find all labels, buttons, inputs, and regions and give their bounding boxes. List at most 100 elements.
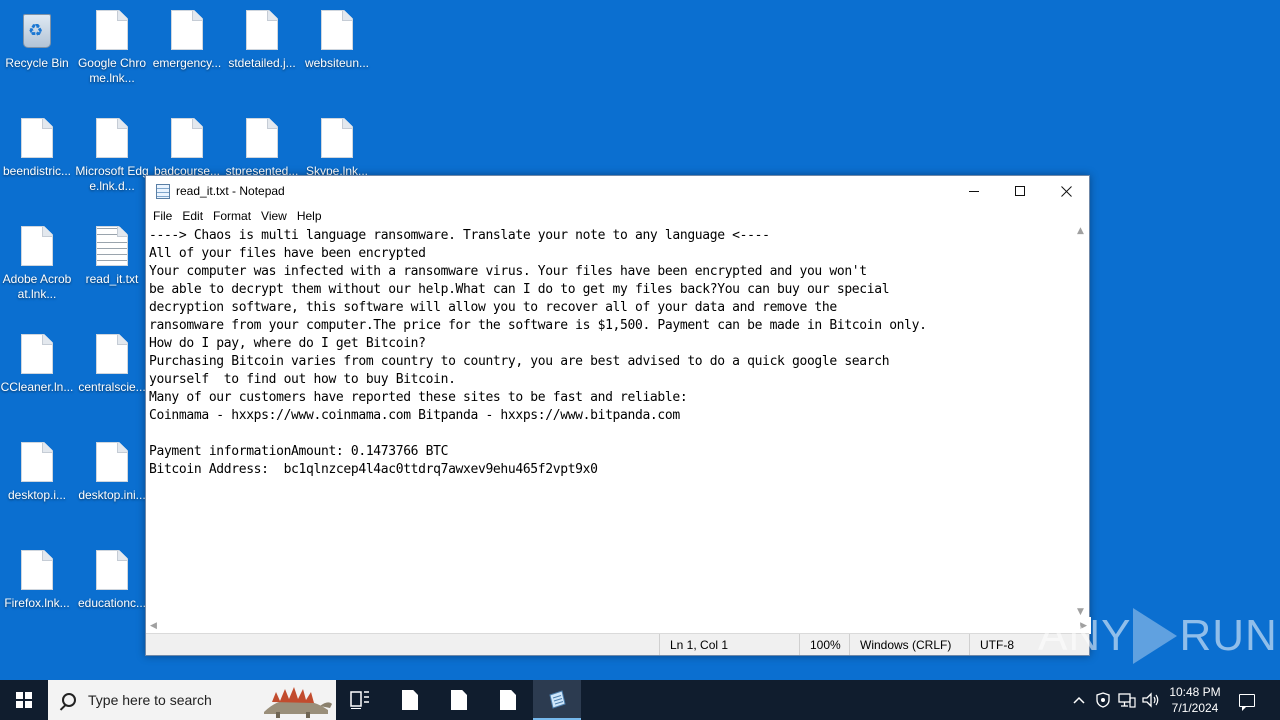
taskbar-clock[interactable]: 10:48 PM 7/1/2024 — [1160, 680, 1230, 720]
desktop-icon-label: Recycle Bin — [5, 56, 69, 70]
scroll-up-icon[interactable]: ▲ — [1077, 226, 1084, 236]
file-icon — [96, 118, 128, 158]
status-line-ending: Windows (CRLF) — [849, 634, 969, 655]
notepad-window: read_it.txt - Notepad File Edit Format V… — [145, 175, 1091, 656]
file-icon — [321, 10, 353, 50]
windows-logo-icon — [16, 692, 32, 708]
action-center-button[interactable] — [1232, 680, 1262, 720]
file-icon — [500, 690, 516, 710]
taskbar-file-1[interactable] — [386, 680, 434, 720]
desktop-icon[interactable]: stdetailed.j... — [225, 0, 299, 100]
desktop-icon-label: desktop.ini... — [78, 488, 146, 502]
start-button[interactable] — [0, 680, 48, 720]
file-icon — [21, 550, 53, 590]
taskbar-notepad[interactable] — [533, 680, 581, 720]
minimize-button[interactable] — [951, 176, 997, 206]
clock-time: 10:48 PM — [1169, 685, 1221, 699]
desktop-icon-label: Adobe Acrobat.lnk... — [2, 272, 72, 301]
task-view-button[interactable] — [336, 680, 384, 720]
desktop-icon-label: Google Chrome.lnk... — [77, 56, 147, 85]
desktop-icon[interactable]: Microsoft Edge.lnk.d... — [75, 108, 149, 208]
menu-view[interactable]: View — [256, 209, 292, 223]
desktop-icon-label: Firefox.lnk... — [4, 596, 70, 610]
stegosaurus-doodle-icon — [264, 687, 332, 718]
desktop-icon[interactable]: CCleaner.ln... — [0, 324, 74, 424]
file-icon — [171, 10, 203, 50]
desktop-icon-label: read_it.txt — [85, 272, 139, 286]
minimize-icon — [968, 190, 979, 192]
notepad-app-icon — [156, 183, 170, 199]
file-icon — [171, 118, 203, 158]
tray-defender[interactable] — [1092, 680, 1114, 720]
maximize-icon — [1014, 185, 1025, 196]
network-icon — [1118, 693, 1136, 708]
recycle-bin-icon: ♻ — [19, 8, 55, 50]
desktop-icon[interactable]: Google Chrome.lnk... — [75, 0, 149, 100]
close-button[interactable] — [1043, 176, 1089, 206]
desktop-icon-label: educationc... — [77, 596, 147, 610]
taskbar-file-3[interactable] — [484, 680, 532, 720]
tray-volume[interactable] — [1140, 680, 1162, 720]
title-bar[interactable]: read_it.txt - Notepad — [146, 176, 1089, 206]
desktop-icon-label: stdetailed.j... — [228, 56, 296, 70]
menu-help[interactable]: Help — [292, 209, 327, 223]
taskbar: Type here to search 10:48 PM 7/1/2024 — [0, 680, 1280, 720]
desktop-icon[interactable]: Adobe Acrobat.lnk... — [0, 216, 74, 316]
maximize-button[interactable] — [997, 176, 1043, 206]
desktop-icon[interactable]: desktop.ini... — [75, 432, 149, 532]
desktop-icon-label: beendistric... — [2, 164, 72, 178]
watermark-text-left: ANY — [1038, 611, 1132, 660]
file-icon — [21, 226, 53, 266]
chevron-up-icon — [1073, 696, 1085, 704]
file-icon — [21, 118, 53, 158]
status-cursor-position: Ln 1, Col 1 — [659, 634, 799, 655]
anyrun-watermark: ANY RUN — [1038, 608, 1278, 664]
desktop-icon[interactable]: centralscie... — [75, 324, 149, 424]
desktop-icon[interactable]: beendistric... — [0, 108, 74, 208]
taskbar-file-2[interactable] — [435, 680, 483, 720]
show-hidden-icons[interactable] — [1068, 680, 1090, 720]
menu-file[interactable]: File — [148, 209, 177, 223]
file-icon — [321, 118, 353, 158]
desktop-icon-label: Microsoft Edge.lnk.d... — [75, 164, 149, 193]
menu-format[interactable]: Format — [208, 209, 256, 223]
search-icon — [62, 693, 76, 707]
desktop-icon[interactable]: read_it.txt — [75, 216, 149, 316]
desktop-icon[interactable]: educationc... — [75, 540, 149, 640]
desktop-icon[interactable]: emergency... — [150, 0, 224, 100]
clock-date: 7/1/2024 — [1171, 701, 1219, 715]
desktop-icon[interactable]: ♻ Recycle Bin — [0, 0, 74, 100]
scroll-left-icon[interactable]: ◀ — [150, 621, 157, 631]
desktop-icon-label: emergency... — [152, 56, 222, 70]
shield-icon — [1096, 692, 1110, 708]
desktop-icon[interactable]: Firefox.lnk... — [0, 540, 74, 640]
desktop-icon-label: CCleaner.ln... — [0, 380, 74, 394]
file-icon — [21, 334, 53, 374]
vertical-scrollbar[interactable]: ▲ ▼ — [1072, 226, 1089, 617]
file-icon — [96, 10, 128, 50]
text-file-icon — [96, 226, 128, 266]
desktop-icon-label: websiteun... — [304, 56, 370, 70]
notification-icon — [1239, 693, 1255, 711]
file-icon — [246, 10, 278, 50]
task-view-icon — [350, 691, 369, 709]
window-title: read_it.txt - Notepad — [176, 184, 285, 198]
taskbar-search-box[interactable]: Type here to search — [48, 680, 336, 720]
note-text[interactable]: ----> Chaos is multi language ransomware… — [149, 227, 1070, 479]
desktop-icon[interactable]: desktop.i... — [0, 432, 74, 532]
watermark-text-right: RUN — [1179, 611, 1278, 660]
tray-network[interactable] — [1116, 680, 1138, 720]
file-icon — [402, 690, 418, 710]
text-editor[interactable]: ----> Chaos is multi language ransomware… — [146, 226, 1073, 617]
file-icon — [451, 690, 467, 710]
status-bar: Ln 1, Col 1 100% Windows (CRLF) UTF-8 — [146, 633, 1089, 655]
file-icon — [21, 442, 53, 482]
menu-edit[interactable]: Edit — [177, 209, 208, 223]
file-icon — [96, 442, 128, 482]
desktop-icon[interactable]: websiteun... — [300, 0, 374, 100]
menu-bar: File Edit Format View Help — [146, 206, 1089, 226]
volume-icon — [1142, 692, 1159, 708]
horizontal-scrollbar[interactable]: ◀ ▶ — [146, 617, 1091, 634]
file-icon — [96, 334, 128, 374]
search-placeholder: Type here to search — [88, 692, 212, 708]
